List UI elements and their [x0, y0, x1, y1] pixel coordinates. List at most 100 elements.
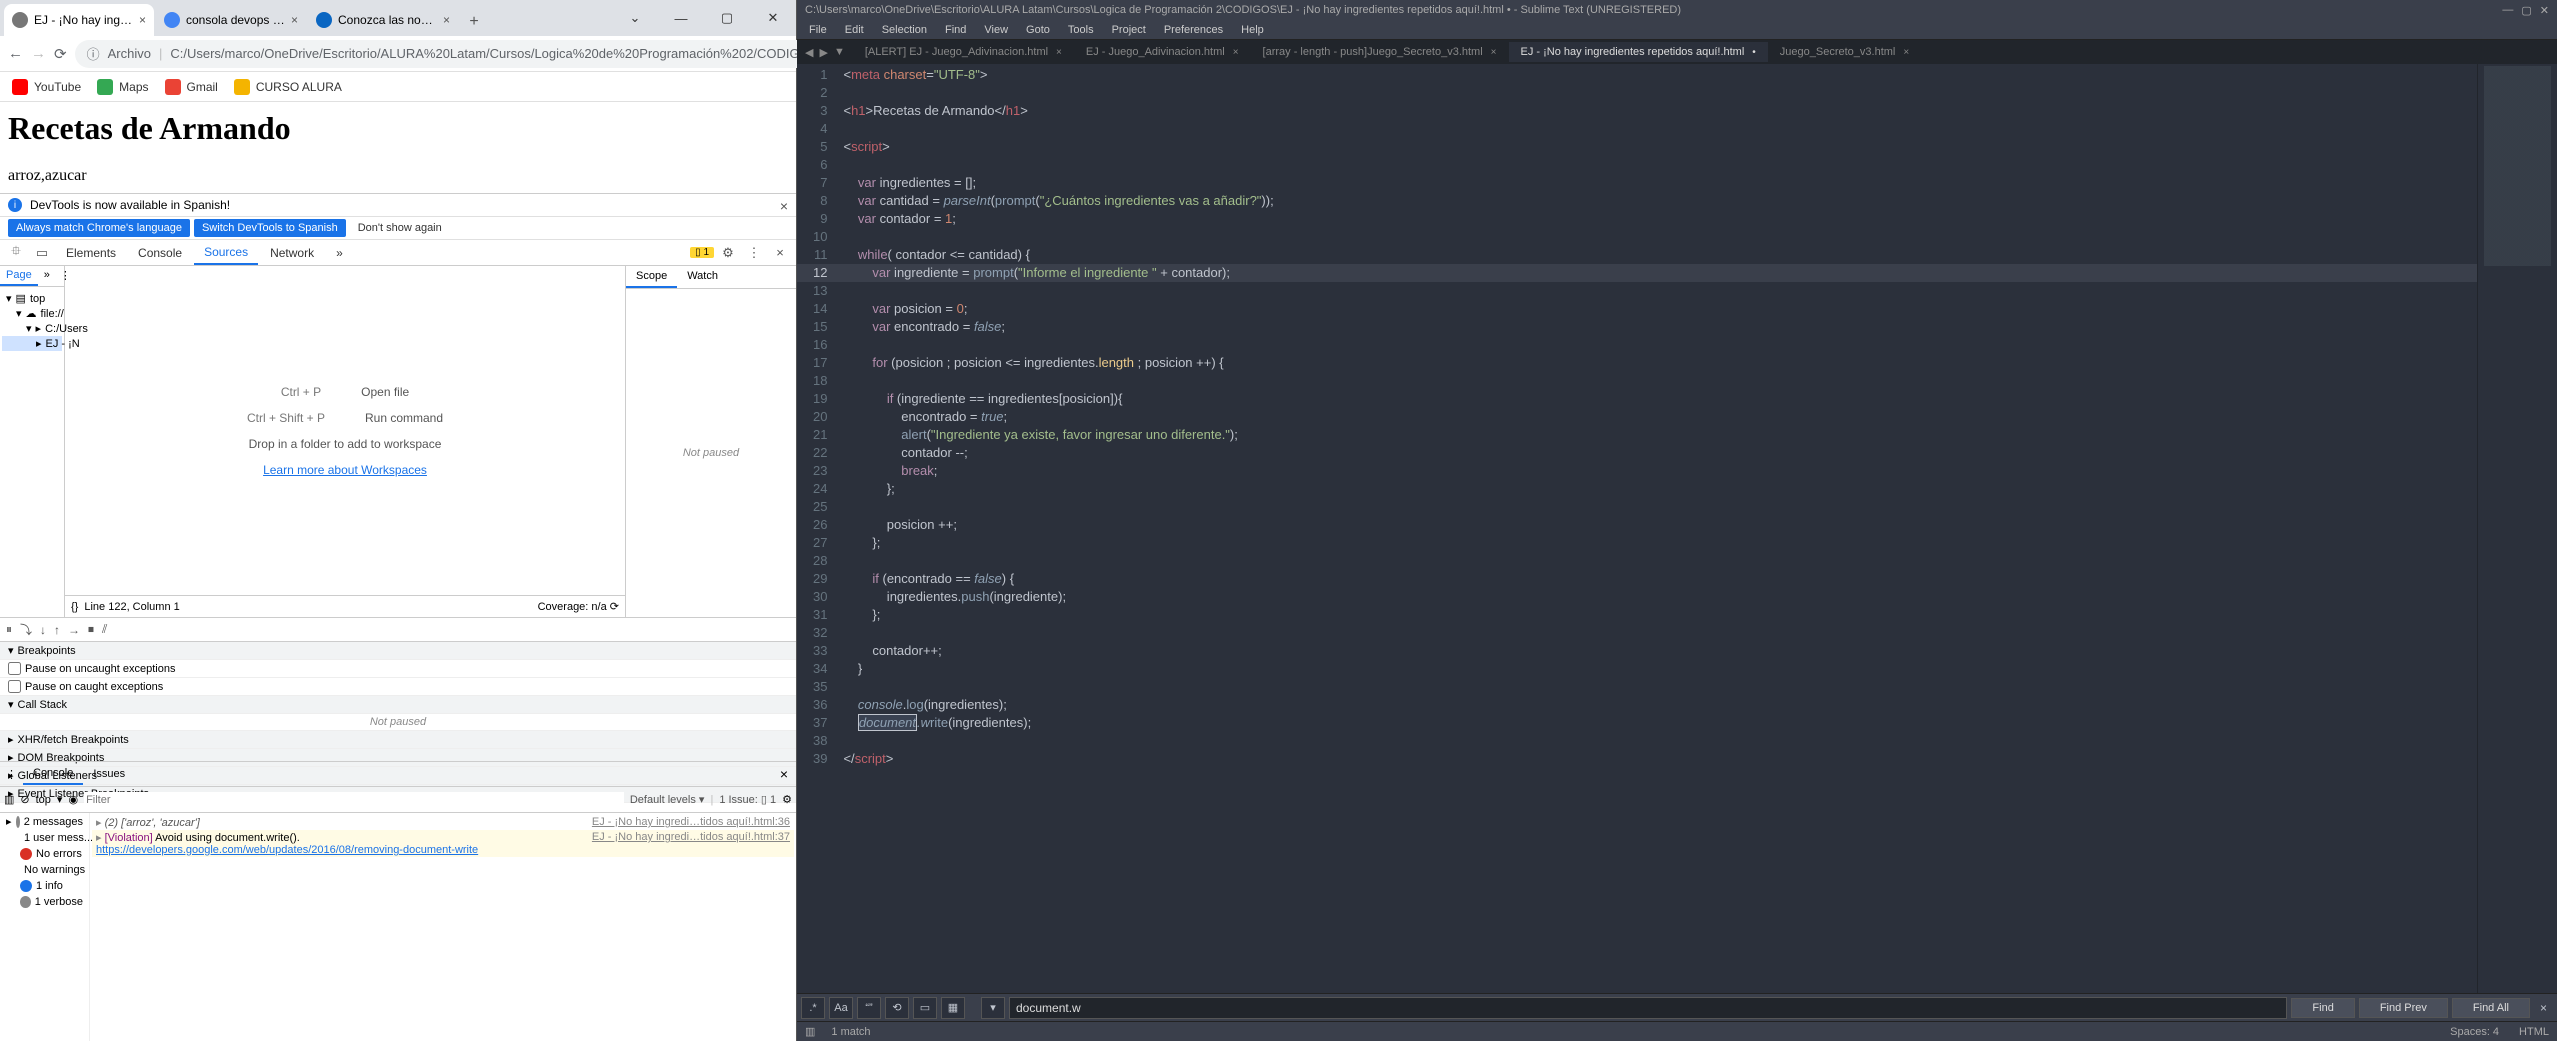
file-tab[interactable]: [ALERT] EJ - Juego_Adivinacion.html× [853, 42, 1074, 62]
highlight-toggle[interactable]: ▦ [941, 997, 965, 1019]
dont-show-button[interactable]: Don't show again [350, 219, 450, 237]
chevron-down-icon[interactable]: ⌄ [612, 0, 658, 36]
in-selection-toggle[interactable]: ▭ [913, 997, 937, 1019]
log-levels-select[interactable]: Default levels ▾ [630, 793, 705, 806]
console-line[interactable]: ▸ (2) ['arroz', 'azucar']EJ - ¡No hay in… [92, 815, 794, 830]
console-filter-row[interactable]: No warnings [0, 862, 89, 878]
deactivate-bp-button[interactable]: ⏹ [88, 622, 94, 637]
bookmark-gmail[interactable]: Gmail [165, 79, 218, 95]
reload-button[interactable]: ⟳ [54, 40, 67, 68]
menu-goto[interactable]: Goto [1018, 22, 1058, 38]
bookmark-maps[interactable]: Maps [97, 79, 148, 95]
workspaces-link[interactable]: Learn more about Workspaces [263, 463, 427, 477]
close-icon[interactable]: × [772, 762, 796, 786]
tab-scope[interactable]: Scope [626, 266, 677, 288]
menu-edit[interactable]: Edit [837, 22, 872, 38]
close-icon[interactable]: × [443, 13, 450, 27]
eye-icon[interactable]: ◉ [68, 793, 78, 806]
issue-count[interactable]: 1 Issue: ▯ 1 [719, 793, 776, 806]
inspect-icon[interactable]: ⯐ [4, 242, 28, 264]
tab-nav[interactable]: ◀▶▼ [797, 46, 853, 59]
close-icon[interactable]: × [768, 245, 792, 260]
reload-icon[interactable]: ⟳ [610, 601, 619, 613]
find-dropdown[interactable]: ▾ [981, 997, 1005, 1019]
bookmark-youtube[interactable]: YouTube [12, 79, 81, 95]
find-prev-button[interactable]: Find Prev [2359, 998, 2448, 1018]
case-toggle[interactable]: Aa [829, 997, 853, 1019]
tree-node[interactable]: ▾▸C:/Users [2, 321, 62, 336]
source-tree[interactable]: ▾▤top▾☁file://▾▸C:/Users▸EJ - ¡N [0, 287, 64, 355]
tab-console[interactable]: Console [128, 242, 192, 264]
gear-icon[interactable]: ⚙ [716, 245, 740, 261]
tab-network[interactable]: Network [260, 242, 324, 264]
step-button[interactable]: → [68, 623, 80, 637]
whole-word-toggle[interactable]: “” [857, 997, 881, 1019]
wrap-toggle[interactable]: ⟲ [885, 997, 909, 1019]
sidebar-toggle-icon[interactable]: ▥ [4, 793, 14, 806]
menu-tools[interactable]: Tools [1060, 22, 1102, 38]
section-breakpoints[interactable]: ▾ Breakpoints [0, 642, 796, 660]
menu-file[interactable]: File [801, 22, 835, 38]
indent-selector[interactable]: Spaces: 4 [2450, 1026, 2499, 1038]
bracket-icon[interactable]: {} [71, 601, 78, 613]
sublime-menubar[interactable]: FileEditSelectionFindViewGotoToolsProjec… [797, 20, 2557, 40]
close-button[interactable]: ✕ [750, 0, 796, 36]
tab-sources[interactable]: Sources [194, 241, 258, 265]
minimize-button[interactable]: — [2502, 4, 2513, 17]
tab-down-icon[interactable]: ▼ [834, 46, 845, 59]
gear-icon[interactable]: ⚙ [782, 793, 792, 806]
sublime-editor[interactable]: 1234567891011121314151617181920212223242… [797, 64, 2557, 993]
clear-icon[interactable]: ⊘ [20, 793, 29, 806]
step-out-button[interactable]: ↑ [54, 623, 60, 637]
file-tab[interactable]: [array - length - push]Juego_Secreto_v3.… [1251, 42, 1509, 62]
switch-language-button[interactable]: Switch DevTools to Spanish [194, 219, 346, 237]
minimap[interactable] [2477, 64, 2557, 993]
tree-node[interactable]: ▸EJ - ¡N [2, 336, 62, 351]
tree-node[interactable]: ▾▤top [2, 291, 62, 306]
maximize-button[interactable]: ▢ [2521, 4, 2531, 17]
find-input[interactable] [1009, 997, 2287, 1019]
back-button[interactable]: ← [8, 40, 23, 68]
console-filter-row[interactable]: ▸2 messages [0, 813, 89, 830]
console-filter-row[interactable]: 1 info [0, 878, 89, 894]
filter-input[interactable] [84, 792, 624, 808]
find-button[interactable]: Find [2291, 998, 2354, 1018]
close-icon[interactable]: × [291, 13, 298, 27]
step-into-button[interactable]: ↓ [40, 623, 46, 637]
step-over-button[interactable]: ⤵ [20, 621, 32, 638]
console-sidebar[interactable]: ▸2 messages1 user mess...No errorsNo war… [0, 813, 90, 1041]
minimize-button[interactable]: — [658, 0, 704, 36]
always-match-button[interactable]: Always match Chrome's language [8, 219, 190, 237]
close-icon[interactable]: × [139, 13, 146, 27]
console-filter-row[interactable]: 1 verbose [0, 894, 89, 910]
tab-issues[interactable]: Issues [83, 764, 135, 784]
tabs-more[interactable]: » [38, 266, 56, 286]
context-select[interactable]: top [36, 794, 51, 806]
pause-exceptions-button[interactable]: ⫽ [102, 622, 107, 637]
issues-badge[interactable]: ▯ 1 [690, 247, 714, 258]
tab-console[interactable]: Console [23, 763, 83, 785]
menu-icon[interactable]: ⋮ [742, 245, 766, 261]
pause-uncaught-checkbox[interactable]: Pause on uncaught exceptions [0, 660, 796, 678]
menu-find[interactable]: Find [937, 22, 974, 38]
device-icon[interactable]: ▭ [30, 245, 54, 261]
close-icon[interactable]: × [780, 198, 788, 214]
panel-icon[interactable]: ▥ [805, 1025, 815, 1038]
pause-button[interactable]: ⏸ [6, 622, 12, 637]
tab-page[interactable]: Page [0, 266, 38, 286]
section-callstack[interactable]: ▾ Call Stack [0, 696, 796, 714]
console-messages[interactable]: ▸ (2) ['arroz', 'azucar']EJ - ¡No hay in… [90, 813, 796, 1041]
section-xhr-bp[interactable]: ▸ XHR/fetch Breakpoints [0, 731, 796, 749]
sublime-titlebar[interactable]: C:\Users\marco\OneDrive\Escritorio\ALURA… [797, 0, 2557, 20]
menu-icon[interactable]: ⋮ [0, 764, 23, 785]
new-tab-button[interactable]: + [460, 8, 488, 36]
maximize-button[interactable]: ▢ [704, 0, 750, 36]
tab-elements[interactable]: Elements [56, 242, 126, 264]
info-icon[interactable]: ⓘ [87, 44, 100, 63]
browser-tab[interactable]: consola devops internet explore× [156, 4, 306, 36]
menu-selection[interactable]: Selection [874, 22, 935, 38]
console-filter-row[interactable]: No errors [0, 846, 89, 862]
console-line[interactable]: ▸ [Violation] Avoid using document.write… [92, 830, 794, 857]
menu-preferences[interactable]: Preferences [1156, 22, 1231, 38]
file-tab[interactable]: EJ - ¡No hay ingredientes repetidos aquí… [1509, 42, 1768, 62]
